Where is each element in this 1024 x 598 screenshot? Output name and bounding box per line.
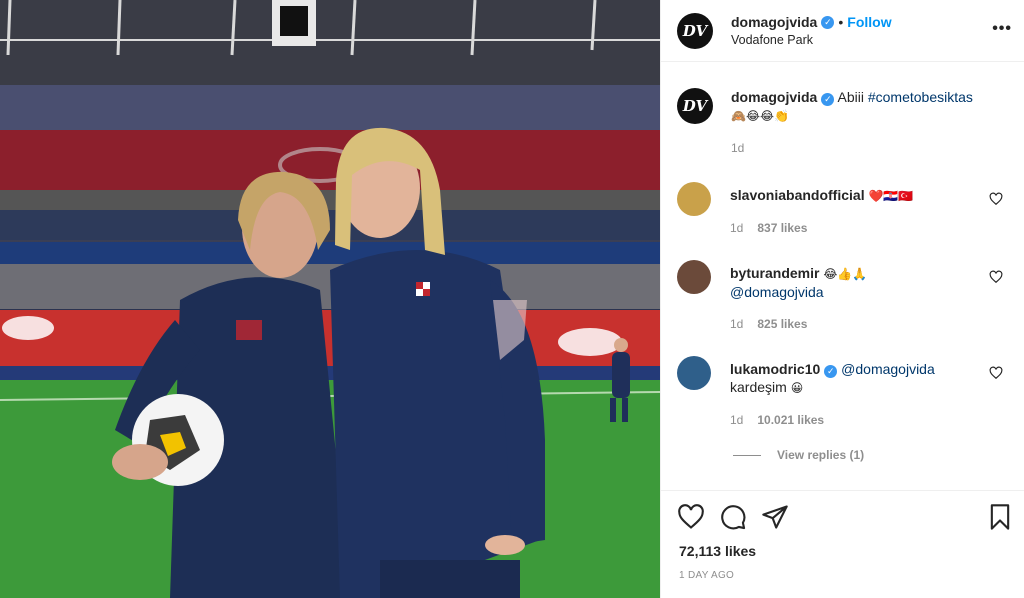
avatar[interactable]: DV	[677, 12, 713, 49]
comment-avatar[interactable]	[677, 356, 711, 390]
comment-mention[interactable]: @domagojvida	[730, 284, 824, 300]
like-comment-heart-icon[interactable]	[989, 192, 1003, 206]
like-heart-icon[interactable]	[677, 503, 705, 531]
save-bookmark-icon[interactable]	[986, 503, 1014, 531]
more-options-icon[interactable]: •••	[992, 20, 1012, 38]
comment-emojis: ❤️🇭🇷🇹🇷	[868, 189, 914, 203]
comment-likes[interactable]: 837 likes	[757, 221, 807, 235]
comment-body: byturandemir 😂👍🙏 @domagojvida 1d 825 like…	[730, 264, 970, 333]
separator-dot: •	[838, 14, 844, 30]
like-comment-heart-icon[interactable]	[989, 270, 1003, 284]
caption-emojis: 🙈😂😂👏	[731, 109, 789, 123]
comment-footer: 1d 10.021 likes	[730, 411, 970, 429]
post-photo[interactable]	[0, 0, 660, 598]
post-header: DV domagojvida ✓ • Follow Vodafone Park …	[661, 0, 1024, 62]
verified-badge-icon: ✓	[821, 92, 835, 106]
comment-item: slavoniabandofficial ❤️🇭🇷🇹🇷 1d 837 likes	[677, 182, 1009, 237]
likes-count[interactable]: 72,113 likes	[679, 543, 756, 559]
comment-avatar[interactable]	[677, 260, 711, 294]
caption-username[interactable]: domagojvida	[731, 89, 817, 105]
post-photo-illustration	[0, 0, 660, 598]
action-icons	[677, 503, 789, 531]
verified-badge-icon: ✓	[821, 15, 835, 29]
post-date[interactable]: 1 DAY AGO	[679, 570, 734, 581]
comment-mention[interactable]: @domagojvida	[841, 361, 935, 377]
hashtag-link[interactable]: #cometobesiktas	[868, 89, 973, 105]
comment-emojis: 😀	[790, 381, 804, 395]
comments-section: DV domagojvida ✓ Abiii #cometobesiktas 🙈😂…	[661, 62, 1024, 490]
caption-avatar[interactable]: DV	[677, 88, 713, 124]
comment-avatar[interactable]	[677, 182, 711, 216]
view-replies-button[interactable]: View replies (1)	[733, 448, 864, 462]
comment-footer: 1d 825 likes	[730, 315, 970, 333]
comment-body: slavoniabandofficial ❤️🇭🇷🇹🇷 1d 837 likes	[730, 186, 970, 237]
verified-badge-icon: ✓	[824, 364, 838, 378]
comment-item: byturandemir 😂👍🙏 @domagojvida 1d 825 like…	[677, 260, 1009, 333]
share-send-icon[interactable]	[761, 503, 789, 531]
replies-line	[733, 454, 761, 456]
comment-username[interactable]: byturandemir	[730, 265, 819, 281]
location-link[interactable]: Vodafone Park	[731, 33, 892, 47]
header-username[interactable]: domagojvida	[731, 14, 817, 30]
caption-body: Abiii	[837, 89, 868, 105]
comment-footer: 1d 837 likes	[730, 219, 970, 237]
comment-text: kardeşim	[730, 379, 791, 395]
comment-item: lukamodric10 ✓ @domagojvida kardeşim 😀 1d…	[677, 356, 1009, 429]
post-actions: 72,113 likes 1 DAY AGO	[661, 490, 1024, 598]
comment-bubble-icon[interactable]	[719, 503, 747, 531]
comment-time[interactable]: 1d	[730, 221, 743, 235]
post-side-panel: DV domagojvida ✓ • Follow Vodafone Park …	[660, 0, 1024, 598]
comment-username[interactable]: lukamodric10	[730, 361, 820, 377]
comment-time[interactable]: 1d	[730, 413, 743, 427]
comment-emojis: 😂👍🙏	[823, 267, 868, 281]
like-comment-heart-icon[interactable]	[989, 366, 1003, 380]
caption-time[interactable]: 1d	[731, 139, 1021, 157]
view-replies-label: View replies (1)	[777, 448, 865, 462]
comment-username[interactable]: slavoniabandofficial	[730, 187, 865, 203]
follow-button[interactable]: Follow	[847, 14, 891, 30]
caption-text: domagojvida ✓ Abiii #cometobesiktas 🙈😂😂👏 …	[731, 88, 1021, 157]
instagram-post: DV domagojvida ✓ • Follow Vodafone Park …	[0, 0, 1024, 598]
comment-likes[interactable]: 825 likes	[757, 317, 807, 331]
comment-body: lukamodric10 ✓ @domagojvida kardeşim 😀 1d…	[730, 360, 970, 429]
comment-likes[interactable]: 10.021 likes	[757, 413, 824, 427]
header-meta: domagojvida ✓ • Follow Vodafone Park	[731, 14, 892, 47]
comment-time[interactable]: 1d	[730, 317, 743, 331]
post-caption: DV domagojvida ✓ Abiii #cometobesiktas 🙈😂…	[677, 88, 1021, 157]
